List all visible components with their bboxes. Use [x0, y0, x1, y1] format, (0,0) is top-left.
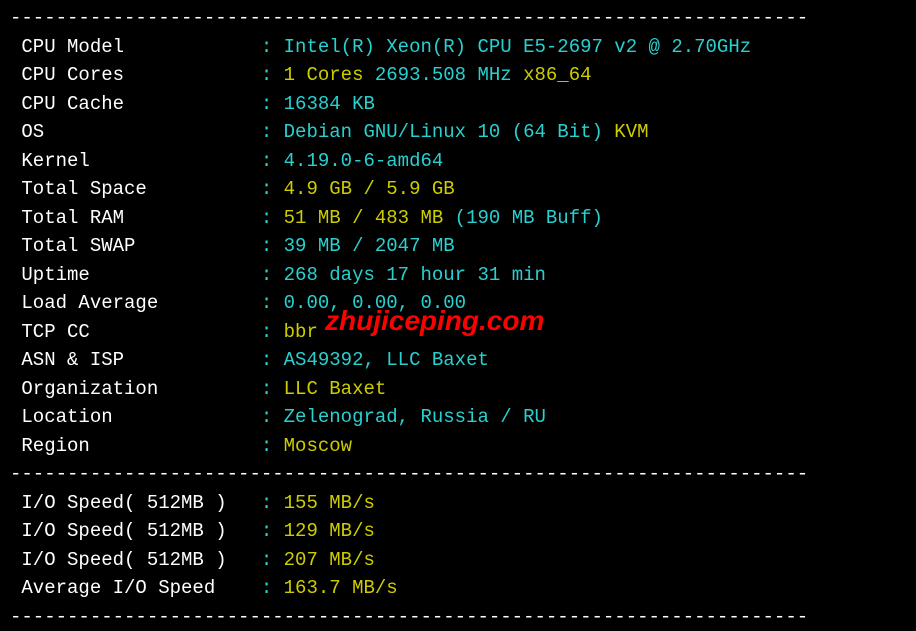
colon-separator: :: [261, 292, 272, 314]
io_rows-row: I/O Speed( 512MB ) : 207 MB/s: [10, 546, 906, 575]
colon-separator: :: [261, 178, 272, 200]
colon-separator: :: [261, 549, 272, 571]
colon-separator: :: [261, 577, 272, 599]
info-label: Kernel: [10, 147, 261, 176]
rows-row: Load Average : 0.00, 0.00, 0.00: [10, 289, 906, 318]
colon-separator: :: [261, 93, 272, 115]
colon-separator: :: [261, 121, 272, 143]
info-value: 268 days 17 hour 31 min: [272, 264, 546, 286]
io-speed-section: I/O Speed( 512MB ) : 155 MB/s I/O Speed(…: [10, 489, 906, 603]
colon-separator: :: [261, 264, 272, 286]
info-label: Location: [10, 403, 261, 432]
rows-row: Total SWAP : 39 MB / 2047 MB: [10, 232, 906, 261]
divider-mid: ----------------------------------------…: [10, 460, 906, 489]
rows-row: Region : Moscow: [10, 432, 906, 461]
info-value: 4.9 GB / 5.9 GB: [272, 178, 454, 200]
info-label: I/O Speed( 512MB ): [10, 489, 261, 518]
rows-row: Organization : LLC Baxet: [10, 375, 906, 404]
rows-row: ASN & ISP : AS49392, LLC Baxet: [10, 346, 906, 375]
colon-separator: :: [261, 235, 272, 257]
info-label: Total Space: [10, 175, 261, 204]
info-value: 51 MB / 483 MB: [272, 207, 443, 229]
rows-row: Kernel : 4.19.0-6-amd64: [10, 147, 906, 176]
info-value: KVM: [603, 121, 649, 143]
info-value: 16384 KB: [272, 93, 375, 115]
info-value: x86_64: [512, 64, 592, 86]
rows-row: Total RAM : 51 MB / 483 MB (190 MB Buff): [10, 204, 906, 233]
info-value: Zelenograd, Russia / RU: [272, 406, 546, 428]
info-value: LLC Baxet: [272, 378, 386, 400]
colon-separator: :: [261, 378, 272, 400]
info-value: Intel(R) Xeon(R) CPU E5-2697 v2 @ 2.70GH…: [272, 36, 751, 58]
colon-separator: :: [261, 36, 272, 58]
rows-row: CPU Model : Intel(R) Xeon(R) CPU E5-2697…: [10, 33, 906, 62]
info-value: 2693.508 MHz: [363, 64, 511, 86]
io_rows-row: Average I/O Speed : 163.7 MB/s: [10, 574, 906, 603]
rows-row: OS : Debian GNU/Linux 10 (64 Bit) KVM: [10, 118, 906, 147]
info-label: CPU Cache: [10, 90, 261, 119]
colon-separator: :: [261, 207, 272, 229]
info-label: CPU Model: [10, 33, 261, 62]
colon-separator: :: [261, 435, 272, 457]
rows-row: Total Space : 4.9 GB / 5.9 GB: [10, 175, 906, 204]
info-label: I/O Speed( 512MB ): [10, 517, 261, 546]
info-value: 155 MB/s: [272, 492, 375, 514]
colon-separator: :: [261, 492, 272, 514]
info-label: CPU Cores: [10, 61, 261, 90]
info-label: Average I/O Speed: [10, 574, 261, 603]
system-info-section: CPU Model : Intel(R) Xeon(R) CPU E5-2697…: [10, 33, 906, 461]
info-label: I/O Speed( 512MB ): [10, 546, 261, 575]
info-value: 129 MB/s: [272, 520, 375, 542]
colon-separator: :: [261, 321, 272, 343]
colon-separator: :: [261, 520, 272, 542]
info-label: Organization: [10, 375, 261, 404]
rows-row: TCP CC : bbr: [10, 318, 906, 347]
info-value: AS49392, LLC Baxet: [272, 349, 489, 371]
colon-separator: :: [261, 150, 272, 172]
rows-row: CPU Cores : 1 Cores 2693.508 MHz x86_64: [10, 61, 906, 90]
divider-top: ----------------------------------------…: [10, 4, 906, 33]
info-label: Total SWAP: [10, 232, 261, 261]
rows-row: CPU Cache : 16384 KB: [10, 90, 906, 119]
info-label: Total RAM: [10, 204, 261, 233]
info-value: 4.19.0-6-amd64: [272, 150, 443, 172]
info-label: ASN & ISP: [10, 346, 261, 375]
io_rows-row: I/O Speed( 512MB ) : 129 MB/s: [10, 517, 906, 546]
rows-row: Uptime : 268 days 17 hour 31 min: [10, 261, 906, 290]
info-value: 0.00, 0.00, 0.00: [272, 292, 466, 314]
info-value: 39 MB / 2047 MB: [272, 235, 454, 257]
info-value: 1 Cores: [272, 64, 363, 86]
io_rows-row: I/O Speed( 512MB ) : 155 MB/s: [10, 489, 906, 518]
colon-separator: :: [261, 349, 272, 371]
info-value: Debian GNU/Linux 10 (64 Bit): [272, 121, 603, 143]
info-label: TCP CC: [10, 318, 261, 347]
info-label: OS: [10, 118, 261, 147]
info-value: 207 MB/s: [272, 549, 375, 571]
rows-row: Location : Zelenograd, Russia / RU: [10, 403, 906, 432]
info-value: 163.7 MB/s: [272, 577, 397, 599]
info-label: Region: [10, 432, 261, 461]
info-value: Moscow: [272, 435, 352, 457]
info-label: Uptime: [10, 261, 261, 290]
info-label: Load Average: [10, 289, 261, 318]
info-value: bbr: [272, 321, 318, 343]
divider-bottom: ----------------------------------------…: [10, 603, 906, 631]
colon-separator: :: [261, 406, 272, 428]
colon-separator: :: [261, 64, 272, 86]
info-value: (190 MB Buff): [443, 207, 603, 229]
